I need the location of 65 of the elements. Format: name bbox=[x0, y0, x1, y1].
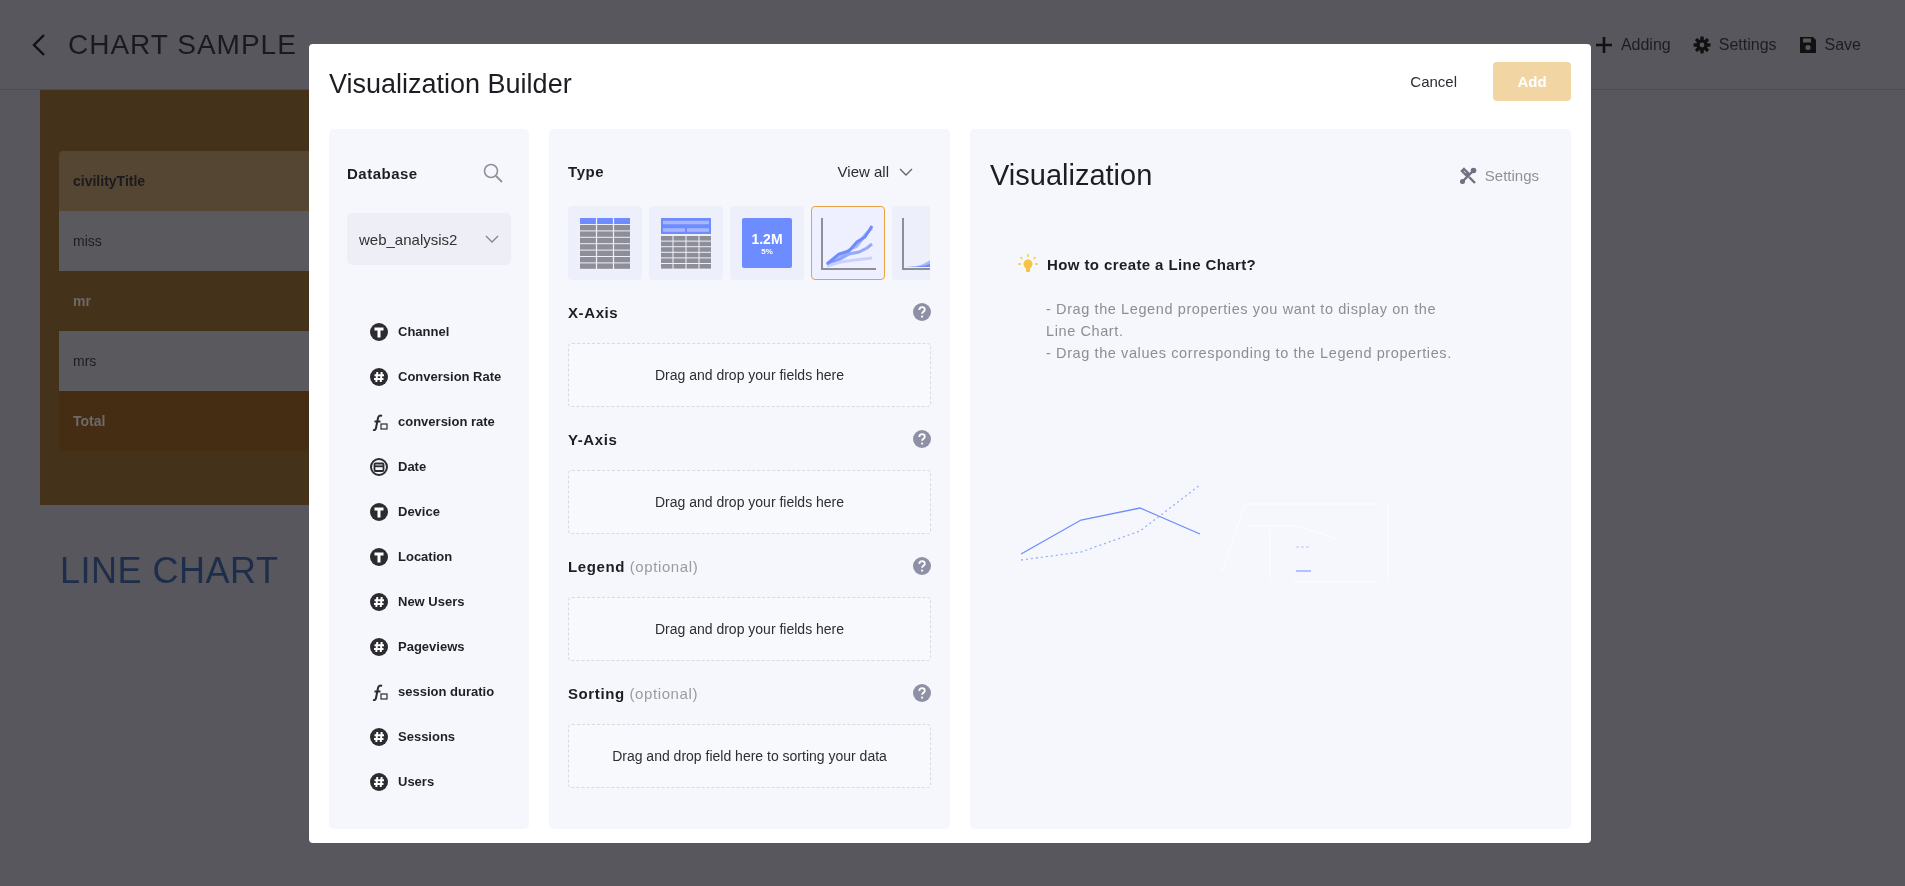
section-label: X-Axis bbox=[568, 303, 619, 321]
field-item[interactable]: Date bbox=[370, 444, 511, 489]
dropdown-value: web_analysis2 bbox=[359, 230, 458, 248]
help-icon[interactable] bbox=[913, 557, 931, 575]
number-type-icon bbox=[370, 592, 388, 611]
cancel-button[interactable]: Cancel bbox=[1400, 67, 1467, 96]
text-type-icon bbox=[370, 547, 388, 566]
chart-type-option[interactable] bbox=[568, 206, 642, 280]
drop-zone[interactable]: Drag and drop field here to sorting your data bbox=[568, 724, 931, 788]
total-cell: Total bbox=[59, 391, 309, 451]
text-type-icon bbox=[370, 322, 388, 341]
save-icon bbox=[1798, 35, 1817, 54]
field-item[interactable]: Device bbox=[370, 489, 511, 534]
field-item[interactable]: Conversion Rate bbox=[370, 354, 511, 399]
kpi-change: 5% bbox=[761, 246, 773, 256]
number-type-icon bbox=[370, 772, 388, 791]
chevron-down-icon bbox=[485, 235, 499, 243]
formula-icon bbox=[370, 682, 388, 701]
chart-type-option[interactable] bbox=[811, 206, 885, 280]
text-type-icon bbox=[370, 502, 388, 521]
number-type-icon bbox=[370, 727, 388, 746]
chevron-down-icon bbox=[899, 167, 913, 176]
table-cell: miss bbox=[59, 211, 309, 271]
kpi-value: 1.2M bbox=[751, 230, 783, 247]
number-type-icon bbox=[370, 367, 388, 386]
section-label: Sorting (optional) bbox=[568, 684, 699, 702]
drop-zone[interactable]: Drag and drop your fields here bbox=[568, 470, 931, 534]
section-label: Type bbox=[568, 163, 605, 180]
help-icon[interactable] bbox=[913, 684, 931, 702]
help-icon[interactable] bbox=[913, 303, 931, 321]
panel-title: Visualization bbox=[990, 159, 1153, 192]
field-item[interactable]: Location bbox=[370, 534, 511, 579]
table-cell-text: mr bbox=[72, 292, 92, 311]
field-item[interactable]: Users bbox=[370, 759, 511, 804]
column-header: civilityTitle bbox=[59, 151, 309, 211]
tip-text: - Drag the values corresponding to the Legend properties. bbox=[1046, 344, 1453, 363]
search-icon[interactable] bbox=[483, 163, 503, 183]
field-item[interactable]: New Users bbox=[370, 579, 511, 624]
table-cell: mrs bbox=[59, 331, 309, 391]
gear-icon bbox=[1692, 35, 1711, 54]
section-label: Y-Axis bbox=[568, 430, 618, 448]
calendar-icon bbox=[370, 457, 388, 476]
tip-text: - Drag the Legend properties you want to display on the Line Chart. bbox=[1046, 300, 1438, 341]
drop-zone[interactable]: Drag and drop your fields here bbox=[568, 597, 931, 661]
field-item[interactable]: Sessions bbox=[370, 714, 511, 759]
drop-zone[interactable]: Drag and drop your fields here bbox=[568, 343, 931, 407]
chart-type-option[interactable] bbox=[649, 206, 723, 280]
plus-icon bbox=[1594, 35, 1613, 54]
field-item[interactable]: Pageviews bbox=[370, 624, 511, 669]
panel-title: Database bbox=[347, 164, 418, 182]
database-dropdown[interactable]: web_analysis2 bbox=[347, 213, 511, 265]
view-all-button[interactable]: View all bbox=[837, 163, 913, 180]
dialog-title: Visualization Builder bbox=[329, 69, 572, 100]
field-item[interactable]: Channel bbox=[370, 309, 511, 354]
tools-icon bbox=[1458, 166, 1477, 185]
field-item[interactable]: conversion rate bbox=[370, 399, 511, 444]
number-type-icon bbox=[370, 637, 388, 656]
page-title: CHART SAMPLE bbox=[68, 28, 297, 61]
field-item[interactable]: session duratio bbox=[370, 669, 511, 714]
light-bulb-icon bbox=[1018, 254, 1038, 274]
help-icon[interactable] bbox=[913, 430, 931, 448]
section-title: LINE CHART bbox=[60, 550, 279, 592]
formula-icon bbox=[370, 412, 388, 431]
tip-title: How to create a Line Chart? bbox=[1047, 255, 1257, 273]
section-label: Legend (optional) bbox=[568, 557, 699, 575]
